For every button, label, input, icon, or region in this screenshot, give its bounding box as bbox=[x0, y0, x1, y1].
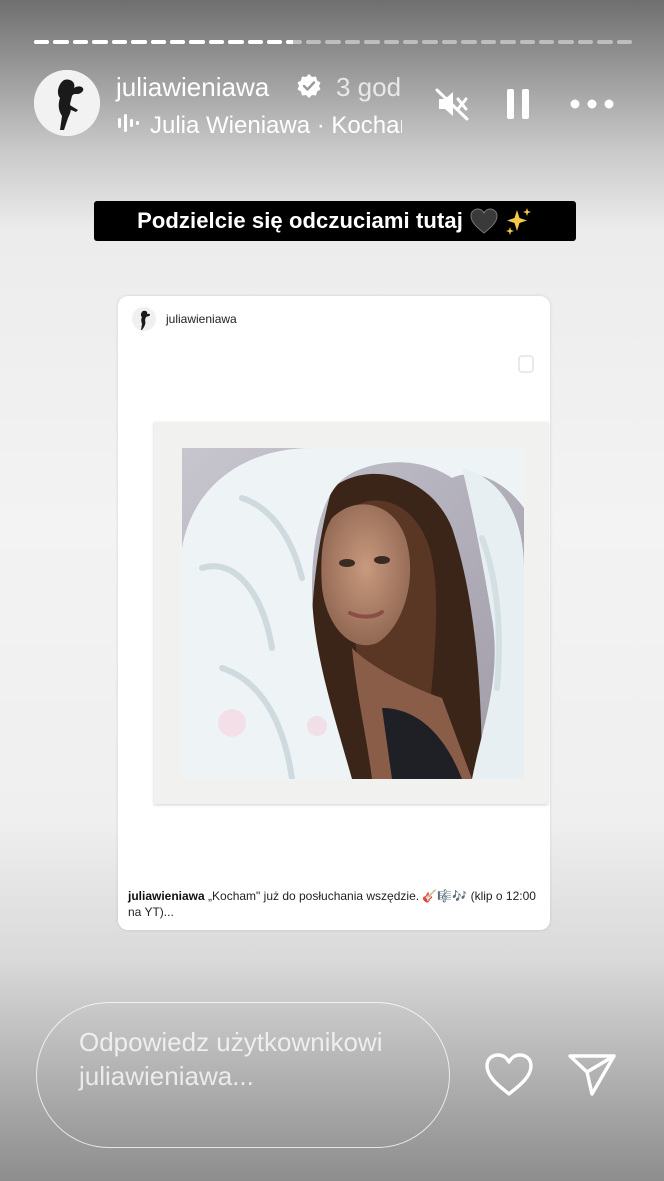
polaroid-frame bbox=[154, 422, 548, 804]
progress-segment bbox=[305, 40, 322, 44]
progress-segment bbox=[577, 40, 594, 44]
progress-segment bbox=[344, 40, 361, 44]
progress-segment bbox=[383, 40, 400, 44]
progress-segment bbox=[558, 40, 574, 44]
progress-segment bbox=[461, 40, 477, 44]
progress-segment bbox=[34, 40, 50, 44]
progress-segment bbox=[538, 40, 555, 44]
story-progress bbox=[34, 40, 633, 44]
progress-segment bbox=[422, 40, 438, 44]
progress-segment bbox=[228, 40, 244, 44]
progress-segment bbox=[325, 40, 341, 44]
reply-placeholder: Odpowiedz użytkownikowi juliawieniawa... bbox=[79, 1027, 383, 1091]
verified-badge-icon bbox=[296, 73, 322, 99]
post-avatar[interactable] bbox=[132, 307, 156, 331]
progress-segment bbox=[169, 40, 186, 44]
post-photo bbox=[182, 448, 524, 779]
more-icon[interactable] bbox=[568, 82, 616, 126]
caption-username[interactable]: juliawieniawa bbox=[128, 889, 205, 903]
progress-segment bbox=[364, 40, 380, 44]
pause-icon[interactable] bbox=[496, 82, 540, 126]
progress-segment bbox=[189, 40, 205, 44]
progress-segment bbox=[286, 40, 302, 44]
progress-segment bbox=[597, 40, 613, 44]
sticker-emoji bbox=[469, 206, 533, 236]
progress-segment bbox=[72, 40, 89, 44]
progress-segment bbox=[441, 40, 458, 44]
post-caption: juliawieniawa „Kocham" już do posłuchani… bbox=[128, 888, 538, 920]
sticker-text: Podzielcie się odczuciami tutaj bbox=[137, 208, 463, 233]
black-heart-icon bbox=[470, 208, 498, 234]
progress-segment bbox=[519, 40, 535, 44]
music-bars-icon bbox=[116, 111, 140, 135]
music-track-label[interactable]: Julia Wieniawa · Kocham bbox=[150, 112, 402, 140]
story-time: 3 god bbox=[336, 72, 402, 102]
bookmark-icon[interactable] bbox=[516, 354, 536, 374]
sparkles-icon bbox=[505, 208, 531, 235]
progress-segment bbox=[150, 40, 166, 44]
shared-post-card[interactable]: juliawieniawa juliawieniawa „Kocham" już… bbox=[118, 296, 550, 930]
story-username[interactable]: juliawieniawa bbox=[116, 72, 269, 103]
progress-segment bbox=[111, 40, 128, 44]
heart-icon[interactable] bbox=[482, 1050, 536, 1100]
progress-segment bbox=[500, 40, 516, 44]
progress-segment bbox=[92, 40, 108, 44]
mute-icon[interactable] bbox=[430, 82, 474, 126]
progress-segment bbox=[267, 40, 283, 44]
progress-segment bbox=[53, 40, 69, 44]
progress-segment bbox=[247, 40, 264, 44]
progress-segment bbox=[208, 40, 225, 44]
avatar[interactable] bbox=[34, 70, 100, 136]
progress-segment bbox=[480, 40, 497, 44]
question-sticker[interactable]: Podzielcie się odczuciami tutaj bbox=[94, 201, 576, 241]
progress-segment bbox=[616, 40, 633, 44]
post-username[interactable]: juliawieniawa bbox=[166, 312, 237, 326]
progress-segment bbox=[131, 40, 147, 44]
progress-segment bbox=[403, 40, 419, 44]
reply-input[interactable]: Odpowiedz użytkownikowi juliawieniawa... bbox=[36, 1002, 450, 1148]
send-icon[interactable] bbox=[566, 1050, 618, 1098]
